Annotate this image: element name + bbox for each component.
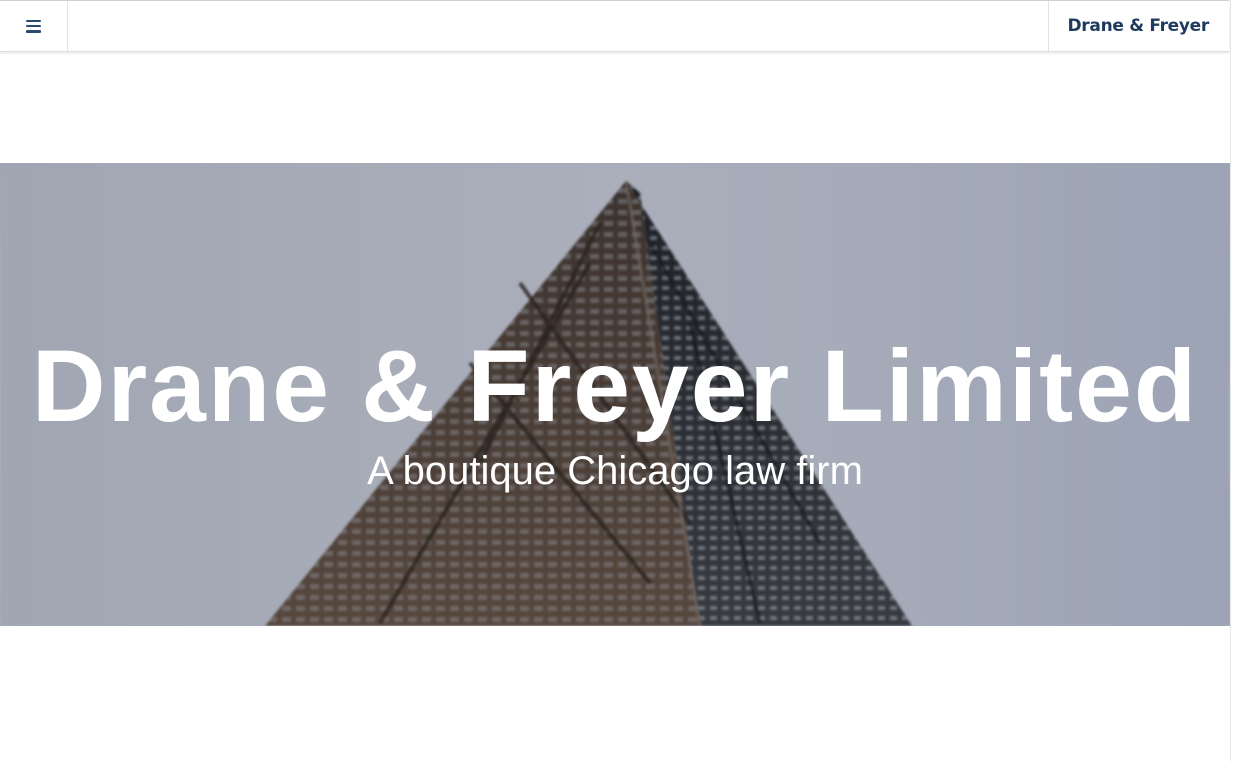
page: Drane & Freyer Drane & Freyer Limited A … (0, 0, 1233, 761)
menu-button[interactable] (0, 1, 68, 51)
hero-banner: Drane & Freyer Limited A boutique Chicag… (0, 163, 1230, 626)
brand-link[interactable]: Drane & Freyer (1047, 1, 1230, 51)
hamburger-menu-icon (26, 19, 41, 33)
top-navigation-bar: Drane & Freyer (0, 0, 1229, 52)
page-edge-divider (1230, 0, 1231, 761)
hero-subtitle: A boutique Chicago law firm (367, 449, 863, 493)
hero-title: Drane & Freyer Limited (31, 329, 1199, 443)
hero-text-block: Drane & Freyer Limited A boutique Chicag… (0, 163, 1230, 626)
